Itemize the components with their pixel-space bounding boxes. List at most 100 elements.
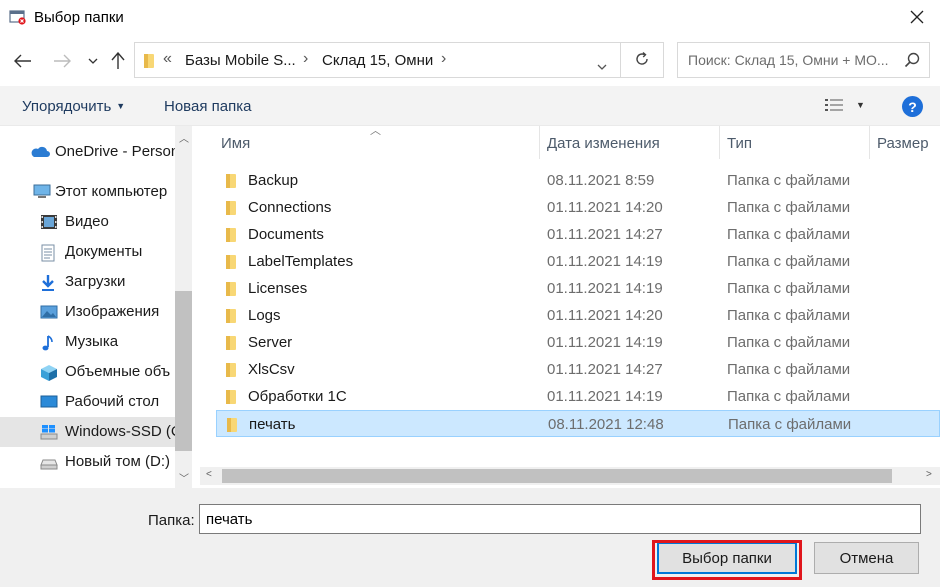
column-header-name[interactable]: Имя xyxy=(221,126,250,159)
nav-item-this-pc[interactable]: Этот компьютер xyxy=(0,177,175,207)
scrollbar-thumb[interactable] xyxy=(175,291,192,451)
file-type: Папка с файлами xyxy=(727,388,851,405)
column-divider[interactable] xyxy=(869,126,870,159)
nav-item-windows-ssd[interactable]: Windows-SSD (C xyxy=(0,417,175,447)
navigation-pane: OneDrive - Person Этот компьютер Видео Д… xyxy=(0,126,192,488)
nav-item-desktop[interactable]: Рабочий стол xyxy=(0,387,175,417)
horizontal-scrollbar[interactable]: < > xyxy=(200,467,940,485)
file-name: LabelTemplates xyxy=(248,253,354,270)
folder-name-field[interactable] xyxy=(199,504,921,534)
scroll-up-arrow-icon[interactable]: ︿ xyxy=(179,130,189,145)
file-type: Папка с файлами xyxy=(727,334,851,351)
back-arrow-icon[interactable] xyxy=(10,48,36,74)
this-pc-icon xyxy=(32,184,51,200)
file-row[interactable]: Server 01.11.2021 14:19 Папка с файлами xyxy=(216,329,940,356)
navigation-scrollbar[interactable]: ︿ ﹀ xyxy=(175,126,192,488)
nav-item-video[interactable]: Видео xyxy=(0,207,175,237)
cancel-button[interactable]: Отмена xyxy=(814,542,919,574)
nav-item-new-volume[interactable]: Новый том (D:) xyxy=(0,447,175,477)
breadcrumb-current[interactable]: Склад 15, Омни xyxy=(322,52,433,69)
column-header-date[interactable]: Дата изменения xyxy=(547,126,660,159)
file-row[interactable]: Connections 01.11.2021 14:20 Папка с файла… xyxy=(216,194,940,221)
close-icon[interactable] xyxy=(894,0,940,34)
file-date: 01.11.2021 14:27 xyxy=(547,226,663,243)
view-options-icon[interactable] xyxy=(824,98,844,115)
folder-icon xyxy=(226,417,238,436)
video-icon xyxy=(40,214,58,230)
nav-label: Документы xyxy=(65,243,143,260)
forward-arrow-icon[interactable] xyxy=(49,48,75,74)
column-divider[interactable] xyxy=(719,126,720,159)
file-name: Logs xyxy=(248,307,281,324)
file-type: Папка с файлами xyxy=(727,307,851,324)
search-box[interactable] xyxy=(677,42,930,78)
overflow-chevron-icon[interactable]: « xyxy=(163,50,172,68)
organize-button[interactable]: Упорядочить ▼ xyxy=(22,98,125,115)
scroll-down-arrow-icon[interactable]: ﹀ xyxy=(179,470,189,485)
search-input[interactable] xyxy=(678,43,903,77)
file-row[interactable]: Licenses 01.11.2021 14:19 Папка с файлами xyxy=(216,275,940,302)
file-row[interactable]: Logs 01.11.2021 14:20 Папка с файлами xyxy=(216,302,940,329)
view-dropdown-caret-icon[interactable]: ▼ xyxy=(856,100,865,110)
up-arrow-icon[interactable] xyxy=(105,48,131,74)
scroll-left-arrow-icon[interactable]: < xyxy=(206,469,212,480)
file-row[interactable]: Documents 01.11.2021 14:27 Папка с файлами xyxy=(216,221,940,248)
address-bar[interactable]: « Базы Mobile S... › Склад 15, Омни › xyxy=(134,42,621,78)
nav-item-music[interactable]: Музыка xyxy=(0,327,175,357)
file-name: Licenses xyxy=(248,280,308,297)
nav-label: Изображения xyxy=(65,303,160,320)
file-name: Documents xyxy=(248,226,324,243)
column-header-size[interactable]: Размер xyxy=(877,126,929,159)
folder-icon xyxy=(225,281,237,300)
new-folder-button[interactable]: Новая папка xyxy=(164,98,251,115)
breadcrumb-separator[interactable]: › xyxy=(303,50,308,68)
file-type: Папка с файлами xyxy=(727,226,851,243)
file-date: 08.11.2021 12:48 xyxy=(548,416,664,433)
address-history-chevron-icon[interactable] xyxy=(597,57,607,73)
nav-item-onedrive[interactable]: OneDrive - Person xyxy=(0,137,175,167)
scrollbar-thumb[interactable] xyxy=(222,469,892,483)
folder-icon xyxy=(225,335,237,354)
folder-icon xyxy=(225,227,237,246)
folder-icon xyxy=(225,173,237,192)
file-date: 01.11.2021 14:20 xyxy=(547,199,663,216)
breadcrumb-separator[interactable]: › xyxy=(441,50,446,68)
file-row[interactable]: LabelTemplates 01.11.2021 14:19 Папка с фа… xyxy=(216,248,940,275)
nav-item-3d-objects[interactable]: Объемные объ xyxy=(0,357,175,387)
documents-icon xyxy=(40,244,58,262)
folder-icon xyxy=(143,53,155,72)
folder-icon xyxy=(225,308,237,327)
help-icon[interactable]: ? xyxy=(902,96,923,117)
file-type: Папка с файлами xyxy=(727,280,851,297)
window-title: Выбор папки xyxy=(34,9,124,26)
downloads-icon xyxy=(40,274,58,291)
organize-label: Упорядочить xyxy=(22,98,112,115)
file-date: 08.11.2021 8:59 xyxy=(547,172,655,189)
column-header-type[interactable]: Тип xyxy=(727,126,752,159)
file-date: 01.11.2021 14:27 xyxy=(547,361,663,378)
search-icon[interactable] xyxy=(904,52,920,71)
nav-item-documents[interactable]: Документы xyxy=(0,237,175,267)
folder-icon xyxy=(225,200,237,219)
file-type: Папка с файлами xyxy=(728,416,852,433)
refresh-icon xyxy=(634,51,650,70)
file-row[interactable]: печать 08.11.2021 12:48 Папка с файлами xyxy=(216,410,940,437)
column-divider[interactable] xyxy=(539,126,540,159)
file-row[interactable]: Обработки 1С 01.11.2021 14:19 Папка с файл… xyxy=(216,383,940,410)
scroll-right-arrow-icon[interactable]: > xyxy=(926,469,932,480)
refresh-button[interactable] xyxy=(621,42,664,78)
nav-label: Видео xyxy=(65,213,109,230)
file-date: 01.11.2021 14:19 xyxy=(547,280,663,297)
nav-item-downloads[interactable]: Загрузки xyxy=(0,267,175,297)
file-row[interactable]: Backup 08.11.2021 8:59 Папка с файлами xyxy=(216,167,940,194)
folder-field-label: Папка: xyxy=(148,512,195,529)
nav-label: Этот компьютер xyxy=(55,183,168,200)
sort-ascending-icon: ︿ xyxy=(370,125,381,137)
select-folder-button[interactable]: Выбор папки xyxy=(657,542,797,574)
file-row[interactable]: XlsCsv 01.11.2021 14:27 Папка с файлами xyxy=(216,356,940,383)
recent-locations-chevron-icon[interactable] xyxy=(80,48,106,74)
music-icon xyxy=(40,334,58,351)
nav-label: Windows-SSD (C xyxy=(65,423,175,440)
breadcrumb-bases[interactable]: Базы Mobile S... xyxy=(185,52,296,69)
nav-item-pictures[interactable]: Изображения xyxy=(0,297,175,327)
